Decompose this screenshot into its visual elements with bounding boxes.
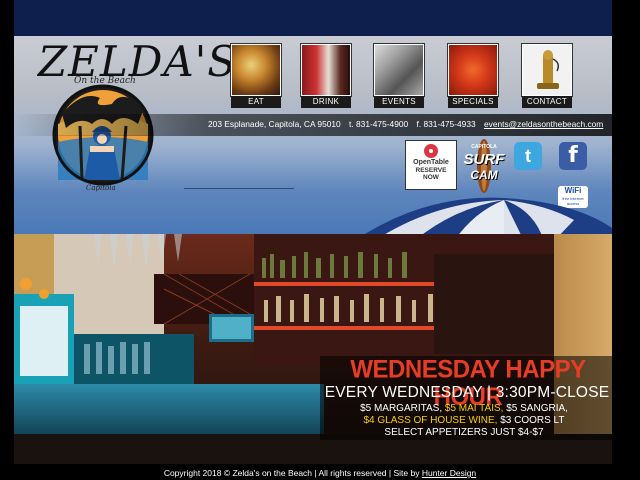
drink-photo-icon (301, 44, 351, 96)
promo-mai-tais: $5 MAI TAIS, (444, 403, 504, 414)
nav-drink[interactable]: DRINK (301, 44, 351, 108)
nav-contact[interactable]: CONTACT (522, 44, 572, 108)
promo-margaritas: $5 MARGARITAS, (360, 403, 443, 414)
promo-line-3: SELECT APPETIZERS JUST $4-$7 (318, 427, 610, 439)
nav-eat[interactable]: EAT (231, 44, 281, 108)
nav-contact-label: CONTACT (522, 96, 572, 108)
fax-text: f. 831-475-4933 (416, 119, 476, 129)
surf-cam-surf: SURF (463, 151, 505, 168)
surf-cam-cam: CAM (470, 168, 498, 182)
promo-line-1: $5 MARGARITAS, $5 MAI TAIS, $5 SANGRIA, (318, 403, 610, 415)
opentable-reserve-button[interactable]: OpenTable RESERVE NOW (405, 140, 457, 190)
promo-line-2: $4 GLASS OF HOUSE WINE, $3 COORS LT (318, 415, 610, 427)
promo-sangria: $5 SANGRIA, (506, 403, 568, 414)
nav-events[interactable]: EVENTS (374, 44, 424, 108)
nav-eat-label: EAT (231, 96, 281, 108)
nav-events-label: EVENTS (374, 96, 424, 108)
site-header: ZELDA'S On the Beach Capitola EAT DRINK (14, 36, 612, 241)
site-logo[interactable]: ZELDA'S On the Beach (38, 41, 236, 87)
beach-umbrella-icon (354, 197, 612, 241)
nav-specials-label: SPECIALS (448, 96, 498, 108)
food-photo-icon (231, 44, 281, 96)
opentable-now: NOW (423, 174, 439, 181)
nav-specials[interactable]: SPECIALS (448, 44, 498, 108)
guitar-photo-icon (374, 44, 424, 96)
telephone-photo-icon (522, 44, 572, 96)
top-bar (14, 0, 612, 36)
opentable-brand: OpenTable (413, 159, 449, 166)
promo-house-wine: $4 GLASS OF HOUSE WINE, (363, 415, 498, 426)
promo-appetizers: SELECT APPETIZERS JUST $4-$7 (384, 427, 544, 438)
facebook-icon[interactable]: f (559, 142, 587, 170)
contact-info: 203 Esplanade, Capitola, CA 95010 t. 831… (208, 119, 603, 129)
twitter-icon[interactable]: t (514, 142, 542, 170)
promo-subtitle: EVERY WEDNESDAY | 3:30PM-CLOSE (324, 384, 610, 401)
opentable-reserve: RESERVE (415, 167, 447, 174)
page-frame: ZELDA'S On the Beach Capitola EAT DRINK (14, 36, 612, 464)
nav-drink-label: DRINK (301, 96, 351, 108)
address-text: 203 Esplanade, Capitola, CA 95010 (208, 119, 341, 129)
opentable-icon (424, 144, 438, 158)
site-footer: Copyright 2018 © Zelda's on the Beach | … (0, 466, 640, 480)
header-divider (184, 188, 294, 189)
footer-copyright: Copyright 2018 © Zelda's on the Beach | … (163, 468, 420, 478)
designer-link[interactable]: Hunter Design (422, 468, 476, 478)
promo-coors: $3 COORS LT (500, 415, 565, 426)
phone-text: t. 831-475-4900 (349, 119, 409, 129)
lobster-photo-icon (448, 44, 498, 96)
surf-cam-small: CAPITOLA (471, 144, 497, 150)
emblem-signature: Capitola (86, 184, 116, 192)
promo-banner[interactable]: WEDNESDAY HAPPY HOUR EVERY WEDNESDAY | 3… (14, 234, 612, 464)
email-link[interactable]: events@zeldasonthebeach.com (484, 119, 603, 129)
